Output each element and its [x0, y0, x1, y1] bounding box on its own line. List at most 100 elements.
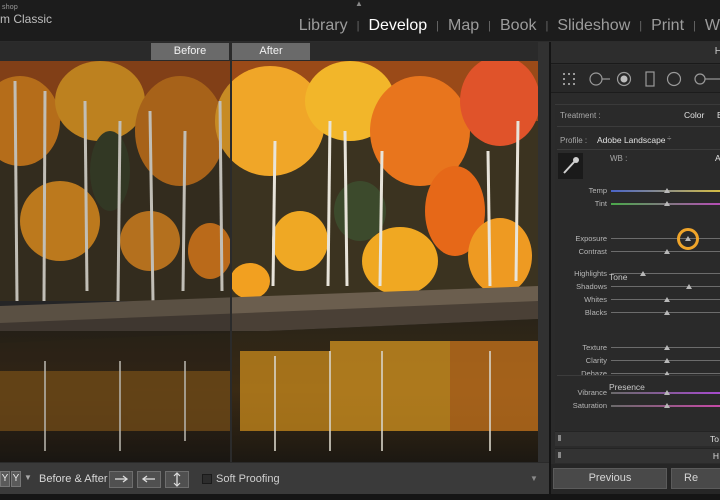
arrow-left-icon — [141, 475, 155, 483]
wb-label: WB : — [610, 154, 628, 163]
temp-slider-thumb[interactable] — [664, 188, 670, 193]
module-separator: | — [545, 20, 549, 32]
top-module-bar: shop m Classic ▲ Library | Develop | Map… — [0, 0, 720, 42]
before-after-label: Before & After : — [39, 473, 114, 485]
soft-proofing-checkbox[interactable] — [202, 474, 212, 484]
panel-button-bar: Previous Re — [551, 464, 720, 494]
app-brand: shop m Classic — [0, 4, 90, 26]
dehaze-label: Dehaze — [581, 369, 607, 378]
treatment-color-option[interactable]: Color — [684, 110, 704, 120]
saturation-slider-thumb[interactable] — [664, 403, 670, 408]
histogram-header[interactable]: H — [551, 42, 720, 64]
hsl-panel-header[interactable]: H — [555, 448, 720, 463]
before-after-viewer: Before After — [0, 42, 549, 462]
brand-small-text: shop — [2, 4, 18, 11]
clarity-slider-thumb[interactable] — [664, 358, 670, 363]
module-separator: | — [356, 20, 360, 32]
spot-removal-icon[interactable] — [587, 71, 611, 87]
module-web[interactable]: W — [705, 17, 720, 35]
exposure-slider-track[interactable] — [611, 238, 720, 239]
presence-section-label: Presence — [609, 382, 645, 392]
module-picker: Library | Develop | Map | Book | Slidesh… — [299, 16, 720, 36]
texture-slider-thumb[interactable] — [664, 345, 670, 350]
tone-curve-title: To — [710, 434, 719, 444]
module-separator: | — [639, 20, 643, 32]
vibrance-label: Vibrance — [577, 388, 607, 397]
divider — [557, 126, 720, 127]
graduated-filter-icon[interactable] — [643, 71, 657, 87]
module-print[interactable]: Print — [651, 17, 684, 35]
wb-dropdown[interactable]: A — [715, 153, 720, 163]
copy-before-to-after-button[interactable] — [109, 471, 133, 488]
copy-after-to-before-button[interactable] — [137, 471, 161, 488]
after-label: After — [232, 43, 310, 60]
filmstrip-edge — [0, 494, 720, 500]
expand-arrow-icon — [558, 435, 561, 441]
previous-button[interactable]: Previous — [553, 468, 667, 489]
shadows-label: Shadows — [576, 282, 607, 291]
view-mode-after-button[interactable]: Y — [11, 471, 21, 487]
tone-curve-panel-header[interactable]: To — [555, 431, 720, 446]
crop-overlay-icon[interactable] — [561, 71, 581, 87]
module-book[interactable]: Book — [500, 17, 536, 35]
profile-dropdown[interactable]: Adobe Landscape — [597, 135, 666, 145]
tint-label: Tint — [594, 199, 607, 208]
module-slideshow[interactable]: Slideshow — [557, 17, 630, 35]
clarity-label: Clarity — [585, 356, 607, 365]
divider — [557, 149, 720, 150]
expand-arrow-icon — [558, 452, 561, 458]
soft-proofing-label: Soft Proofing — [216, 473, 280, 485]
swap-before-after-button[interactable] — [165, 471, 189, 488]
view-mode-dropdown-icon[interactable]: ▼ — [24, 473, 32, 482]
shadows-slider-track[interactable] — [611, 286, 720, 287]
tone-section-label: Tone — [609, 272, 628, 282]
adjustment-brush-icon[interactable] — [691, 71, 720, 87]
arrow-right-icon — [115, 475, 129, 483]
highlights-slider-thumb[interactable] — [640, 271, 647, 276]
temp-label: Temp — [588, 186, 607, 195]
swap-icon — [173, 472, 181, 487]
treatment-label: Treatment : — [560, 111, 601, 120]
module-develop[interactable]: Develop — [368, 17, 427, 35]
bottom-toolbar: Y Y ▼ Before & After : Soft Proofing ▼ — [0, 462, 549, 494]
module-separator: | — [488, 20, 491, 32]
tint-slider-thumb[interactable] — [664, 201, 670, 206]
brand-name: m Classic — [0, 12, 53, 26]
saturation-label: Saturation — [572, 401, 607, 410]
whites-slider-thumb[interactable] — [664, 297, 670, 302]
before-label: Before — [151, 43, 229, 60]
vibrance-slider-thumb[interactable] — [664, 390, 670, 395]
toolbar-options-icon[interactable]: ▼ — [530, 474, 538, 483]
profile-label: Profile : — [560, 136, 588, 145]
red-eye-icon[interactable] — [615, 71, 635, 87]
blacks-slider-thumb[interactable] — [664, 310, 670, 315]
blacks-label: Blacks — [584, 308, 607, 317]
shadows-slider-thumb[interactable] — [686, 284, 693, 289]
view-mode-before-button[interactable]: Y — [0, 471, 10, 487]
contrast-label: Contrast — [578, 247, 607, 256]
histogram-title: H — [714, 46, 720, 57]
collapse-top-panel-icon[interactable]: ▲ — [355, 0, 363, 8]
contrast-slider-thumb[interactable] — [664, 249, 670, 254]
before-half — [0, 61, 230, 462]
white-balance-eyedropper-icon[interactable] — [558, 153, 583, 179]
module-map[interactable]: Map — [448, 17, 479, 35]
photo-canvas[interactable] — [0, 61, 538, 462]
whites-label: Whites — [584, 295, 607, 304]
profile-dropdown-icon[interactable]: ÷ — [667, 134, 671, 143]
module-library[interactable]: Library — [299, 17, 348, 35]
before-after-divider — [230, 61, 232, 462]
module-separator: | — [693, 20, 696, 32]
basic-panel: Treatment : Color B Profile : Adobe Land… — [555, 104, 720, 430]
viewer-scroll-edge — [538, 42, 549, 462]
divider — [557, 375, 720, 376]
radial-filter-icon[interactable] — [665, 71, 685, 87]
tool-strip — [551, 65, 720, 93]
highlights-label: Highlights — [574, 269, 607, 278]
develop-right-panel: H Treatment : Color B Profile : Adobe La… — [549, 42, 720, 494]
reset-button[interactable]: Re — [671, 468, 720, 489]
module-separator: | — [436, 20, 440, 32]
texture-label: Texture — [582, 343, 607, 352]
hsl-title: H — [712, 451, 719, 461]
exposure-label: Exposure — [575, 234, 607, 243]
